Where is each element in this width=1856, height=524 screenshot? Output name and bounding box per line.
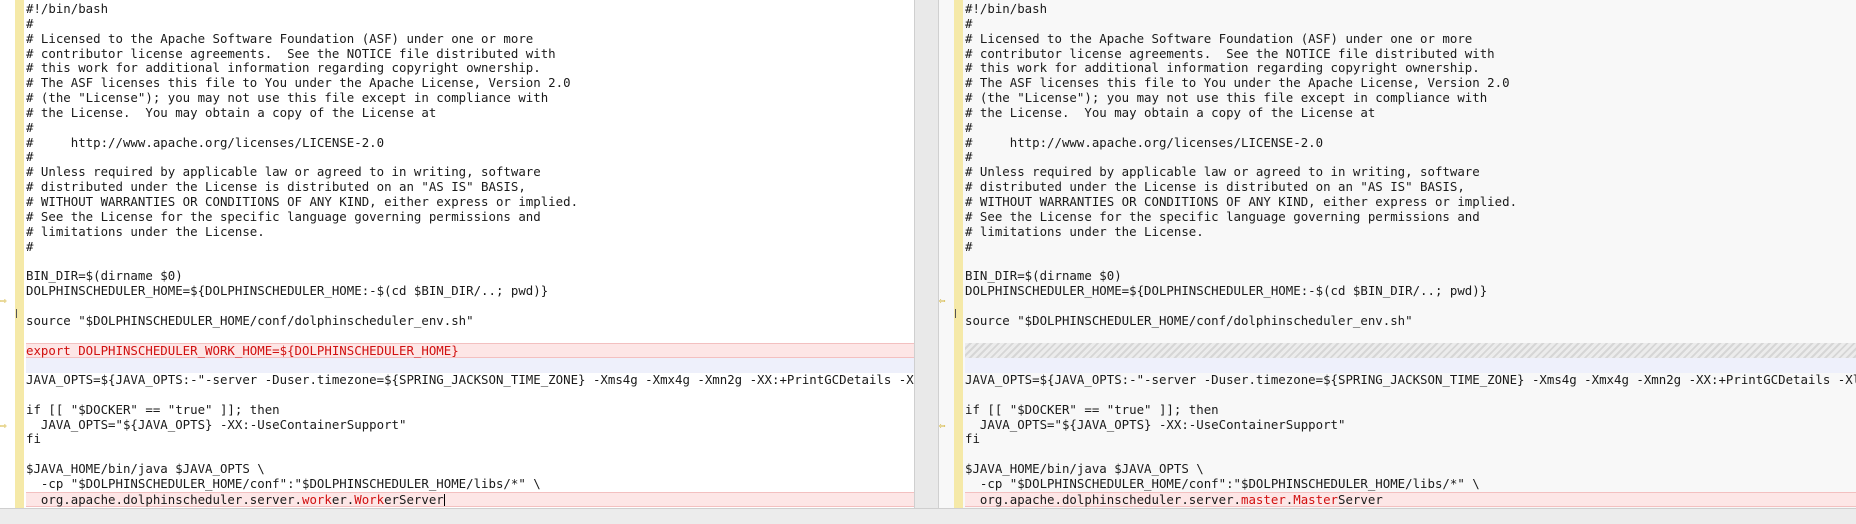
code-line[interactable]: $JAVA_HOME/bin/java $JAVA_OPTS \ <box>26 461 914 477</box>
code-line[interactable]: # contributor license agreements. See th… <box>965 46 1856 62</box>
code-line[interactable]: # See the License for the specific langu… <box>26 209 914 225</box>
code-line[interactable]: # distributed under the License is distr… <box>965 179 1856 195</box>
diff-highlight-text: master <box>1241 491 1286 507</box>
arrow-right-icon[interactable]: ⇨ <box>0 420 14 431</box>
code-line[interactable] <box>26 358 914 374</box>
code-line[interactable]: # http://www.apache.org/licenses/LICENSE… <box>965 135 1856 151</box>
code-text: erServer <box>384 491 444 507</box>
horizontal-scrollbar[interactable] <box>0 508 1856 524</box>
code-line[interactable]: #!/bin/bash <box>965 1 1856 17</box>
code-line[interactable]: -cp "$DOLPHINSCHEDULER_HOME/conf":"$DOLP… <box>965 476 1856 492</box>
left-diff-pane[interactable]: ⇨ ⇨ #!/bin/bash # # Licensed to the Apache… <box>0 0 915 508</box>
code-line[interactable]: if [[ "$DOCKER" == "true" ]]; then <box>26 402 914 418</box>
code-line[interactable]: JAVA_OPTS=${JAVA_OPTS:-"-server -Duser.t… <box>965 372 1856 388</box>
code-line[interactable]: # Unless required by applicable law or a… <box>26 164 914 180</box>
code-line[interactable]: # WITHOUT WARRANTIES OR CONDITIONS OF AN… <box>965 194 1856 210</box>
code-line[interactable]: # this work for additional information r… <box>26 61 914 76</box>
code-line[interactable]: export DOLPHINSCHEDULER_WORK_HOME=${DOLP… <box>26 343 914 358</box>
code-line[interactable]: #!/bin/bash <box>26 1 914 17</box>
code-line[interactable]: JAVA_OPTS=${JAVA_OPTS:-"-server -Duser.t… <box>26 372 914 388</box>
code-line[interactable]: # The ASF licenses this file to You unde… <box>26 75 914 91</box>
code-line[interactable] <box>965 329 1856 344</box>
diff-highlight-text: work <box>302 491 332 507</box>
code-line[interactable]: # WITHOUT WARRANTIES OR CONDITIONS OF AN… <box>26 194 914 210</box>
code-line[interactable]: BIN_DIR=$(dirname $0) <box>26 268 914 284</box>
code-line[interactable]: # <box>965 16 1856 32</box>
change-tick <box>16 309 17 318</box>
left-gutter-strip <box>15 0 24 508</box>
code-line[interactable] <box>965 254 1856 269</box>
code-line-changed[interactable]: org.apache.dolphinscheduler.server.maste… <box>965 491 1856 507</box>
code-line[interactable]: # this work for additional information r… <box>965 61 1856 76</box>
code-line[interactable] <box>965 388 1856 403</box>
code-line[interactable] <box>965 299 1856 314</box>
code-line[interactable]: JAVA_OPTS="${JAVA_OPTS} -XX:-UseContaine… <box>26 417 914 433</box>
code-line[interactable] <box>965 447 1856 462</box>
arrow-right-icon[interactable]: ⇨ <box>0 295 14 306</box>
code-line[interactable]: BIN_DIR=$(dirname $0) <box>965 268 1856 284</box>
code-line[interactable] <box>26 299 914 314</box>
code-line[interactable]: source "$DOLPHINSCHEDULER_HOME/conf/dolp… <box>965 313 1856 329</box>
code-line[interactable]: # Unless required by applicable law or a… <box>965 164 1856 180</box>
pane-splitter[interactable] <box>914 0 940 508</box>
code-line[interactable]: fi <box>26 432 914 447</box>
code-line[interactable] <box>26 388 914 403</box>
code-line[interactable]: # distributed under the License is distr… <box>26 179 914 195</box>
code-line[interactable]: # (the "License"); you may not use this … <box>965 90 1856 106</box>
arrow-left-icon[interactable]: ⇦ <box>939 295 953 306</box>
diff-highlight-text: Work <box>354 491 385 507</box>
code-line[interactable]: # Licensed to the Apache Software Founda… <box>26 31 914 47</box>
code-line[interactable]: # (the "License"); you may not use this … <box>26 90 914 106</box>
right-gutter-strip <box>954 0 963 508</box>
right-code-area[interactable]: #!/bin/bash # # Licensed to the Apache Sof… <box>965 1 1856 507</box>
code-line[interactable]: DOLPHINSCHEDULER_HOME=${DOLPHINSCHEDULER… <box>26 283 914 299</box>
code-line[interactable]: # the License. You may obtain a copy of … <box>965 105 1856 121</box>
code-line[interactable]: # <box>965 239 1856 255</box>
code-line[interactable]: # limitations under the License. <box>26 224 914 240</box>
code-line[interactable]: source "$DOLPHINSCHEDULER_HOME/conf/dolp… <box>26 313 914 329</box>
code-line[interactable]: DOLPHINSCHEDULER_HOME=${DOLPHINSCHEDULER… <box>965 283 1856 299</box>
code-line[interactable]: # <box>965 120 1856 136</box>
code-line[interactable]: # Licensed to the Apache Software Founda… <box>965 31 1856 47</box>
code-line[interactable]: # limitations under the License. <box>965 224 1856 240</box>
code-line[interactable]: fi <box>965 432 1856 447</box>
code-line-changed[interactable]: org.apache.dolphinscheduler.server.worke… <box>26 491 914 507</box>
code-line[interactable]: # The ASF licenses this file to You unde… <box>965 75 1856 91</box>
left-code-area[interactable]: #!/bin/bash # # Licensed to the Apache Sof… <box>26 1 914 507</box>
change-tick <box>955 309 956 318</box>
text-cursor <box>443 494 445 507</box>
code-line[interactable]: # <box>26 239 914 255</box>
code-line[interactable]: -cp "$DOLPHINSCHEDULER_HOME/conf":"$DOLP… <box>26 476 914 492</box>
code-line[interactable] <box>26 329 914 344</box>
code-text: org.apache.dolphinscheduler.server. <box>26 491 303 507</box>
code-line[interactable]: # the License. You may obtain a copy of … <box>26 105 914 121</box>
code-text: Server <box>1338 491 1383 507</box>
code-line[interactable] <box>965 343 1856 359</box>
arrow-left-icon[interactable]: ⇦ <box>939 420 953 431</box>
code-line[interactable]: # <box>965 150 1856 165</box>
code-text: er. <box>331 491 355 507</box>
code-line[interactable]: if [[ "$DOCKER" == "true" ]]; then <box>965 402 1856 418</box>
right-diff-pane[interactable]: ⇦ ⇦ #!/bin/bash # # Licensed to the Apache… <box>938 0 1856 508</box>
code-line[interactable]: # See the License for the specific langu… <box>965 209 1856 225</box>
code-line[interactable]: # <box>26 150 914 165</box>
diff-highlight-text: Master <box>1293 491 1339 507</box>
code-line[interactable]: # <box>26 16 914 32</box>
code-line[interactable] <box>26 447 914 462</box>
code-line[interactable]: # contributor license agreements. See th… <box>26 46 914 62</box>
right-gutter: ⇦ ⇦ <box>939 0 965 508</box>
code-line[interactable] <box>26 254 914 269</box>
code-line[interactable]: JAVA_OPTS="${JAVA_OPTS} -XX:-UseContaine… <box>965 417 1856 433</box>
code-line[interactable]: # <box>26 120 914 136</box>
code-line[interactable] <box>965 358 1856 374</box>
code-text: org.apache.dolphinscheduler.server. <box>965 491 1242 507</box>
left-gutter: ⇨ ⇨ <box>0 0 26 508</box>
code-line[interactable]: $JAVA_HOME/bin/java $JAVA_OPTS \ <box>965 461 1856 477</box>
code-line[interactable]: # http://www.apache.org/licenses/LICENSE… <box>26 135 914 151</box>
